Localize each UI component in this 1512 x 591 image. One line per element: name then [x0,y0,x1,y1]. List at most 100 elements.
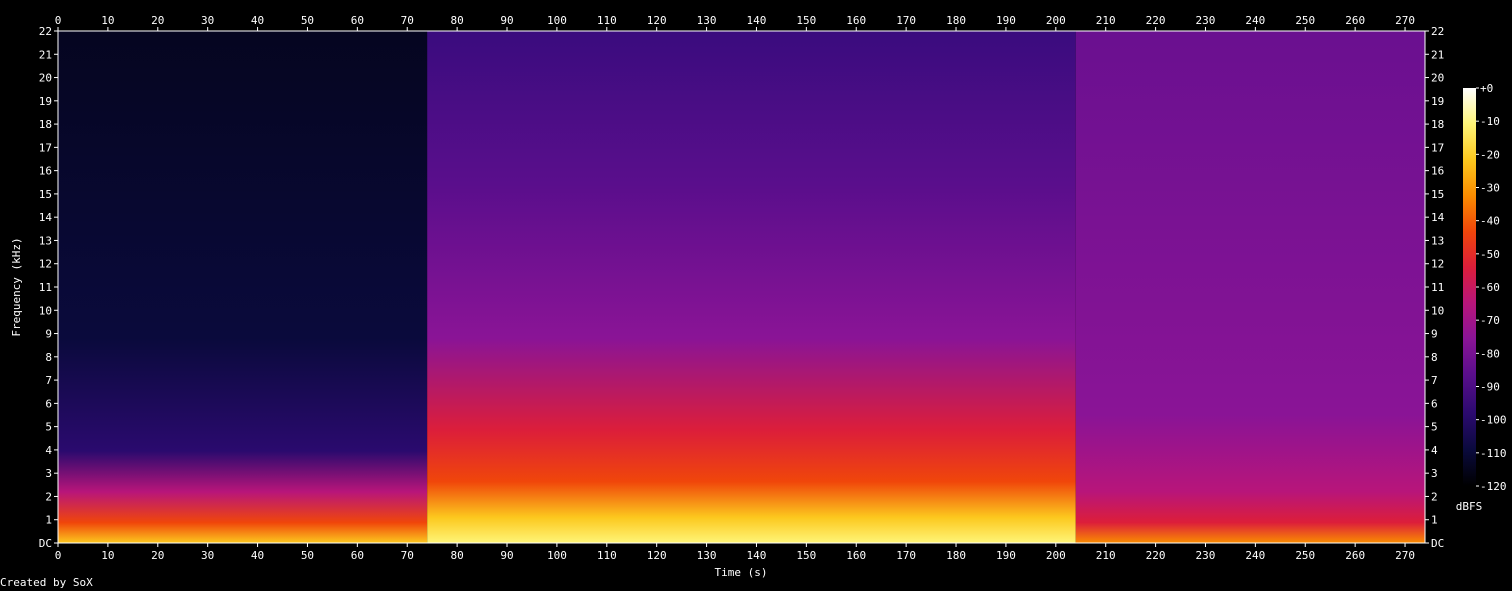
colorbar-tick-label: -10 [1480,115,1500,128]
y-tick-label-right: 13 [1431,234,1444,247]
y-tick-label-right: 16 [1431,165,1444,178]
colorbar: +0 -10 -20 -30 -40 -50 -60 -70 -80 -90 -100 -110 -12… [1456,82,1507,513]
colorbar-tick-label: -80 [1480,347,1500,360]
y-tick-label-right: 9 [1431,328,1438,341]
x-tick-label-top: 90 [500,14,513,27]
y-tick-label-right: 3 [1431,467,1438,480]
x-tick-label-top: 80 [450,14,463,27]
y-tick-label-left: DC [39,537,52,550]
x-tick-label-bottom: 80 [450,549,463,562]
y-tick-label-left: 3 [45,467,52,480]
y-tick-label-left: 1 [45,514,52,527]
x-tick-label-bottom: 30 [201,549,214,562]
x-tick-label-bottom: 180 [946,549,966,562]
x-tick-label-bottom: 60 [351,549,364,562]
x-tick-label-bottom: 200 [1046,549,1066,562]
x-tick-label-bottom: 250 [1295,549,1315,562]
x-ticks-top: 0 10 20 30 40 50 60 70 80 90 100 110 120 130 140 150 160… [55,14,1415,31]
y-ticks-left: DC12345678910111213141516171819202122 [39,25,58,550]
y-tick-label-left: 14 [39,211,53,224]
x-ticks-bottom: 0 10 20 30 40 50 60 70 80 90 100 110 120 130 140 150 160… [55,543,1415,562]
x-tick-label-top: 60 [351,14,364,27]
y-tick-label-left: 19 [39,95,52,108]
colorbar-tick-label: -60 [1480,281,1500,294]
y-tick-label-right: 18 [1431,118,1444,131]
x-tick-label-bottom: 70 [401,549,414,562]
y-tick-label-left: 7 [45,374,52,387]
y-tick-label-left: 18 [39,118,52,131]
colorbar-tick-label: -40 [1480,215,1500,228]
y-ticks-right: DC12345678910111213141516171819202122 [1425,25,1445,550]
colorbar-tick-label: -70 [1480,314,1500,327]
x-tick-label-top: 230 [1196,14,1216,27]
footer-credit: Created by SoX [0,576,93,589]
x-tick-label-top: 260 [1345,14,1365,27]
y-tick-label-right: 14 [1431,211,1445,224]
x-tick-label-bottom: 190 [996,549,1016,562]
spectrogram-chart: 0 10 20 30 40 50 60 70 80 90 100 110 120 130 140 150 160… [10,14,1507,579]
colorbar-gradient [1463,88,1476,486]
x-tick-label-top: 70 [401,14,414,27]
x-axis-label: Time (s) [715,566,768,579]
y-tick-label-left: 5 [45,421,52,434]
spectrogram-segment [427,31,1076,543]
x-tick-label-top: 50 [301,14,314,27]
colorbar-tick-label: -20 [1480,148,1500,161]
y-tick-label-left: 6 [45,397,52,410]
y-tick-label-left: 4 [45,444,52,457]
y-tick-label-right: 12 [1431,258,1444,271]
plot-area [57,30,1426,544]
y-tick-label-right: 19 [1431,95,1444,108]
x-tick-label-top: 10 [101,14,114,27]
x-tick-label-bottom: 20 [151,549,164,562]
y-tick-label-left: 21 [39,48,52,61]
x-tick-label-top: 180 [946,14,966,27]
x-tick-label-top: 110 [597,14,617,27]
spectrogram-segment [1075,31,1425,543]
y-tick-label-right: 2 [1431,490,1438,503]
x-tick-label-bottom: 10 [101,549,114,562]
x-tick-label-top: 220 [1146,14,1166,27]
y-tick-label-left: 22 [39,25,52,38]
x-tick-label-top: 20 [151,14,164,27]
y-tick-label-left: 8 [45,351,52,364]
x-tick-label-top: 130 [697,14,717,27]
colorbar-tick-label: -50 [1480,248,1500,261]
y-tick-label-right: DC [1431,537,1444,550]
x-tick-label-top: 160 [846,14,866,27]
x-tick-label-top: 170 [896,14,916,27]
x-tick-label-bottom: 270 [1395,549,1415,562]
x-tick-label-top: 250 [1295,14,1315,27]
y-tick-label-left: 13 [39,234,52,247]
x-tick-label-top: 30 [201,14,214,27]
x-tick-label-bottom: 90 [500,549,513,562]
colorbar-label: dBFS [1456,500,1483,513]
x-tick-label-bottom: 140 [747,549,767,562]
x-tick-label-bottom: 50 [301,549,314,562]
x-tick-label-bottom: 220 [1146,549,1166,562]
colorbar-tick-label: -30 [1480,182,1500,195]
x-tick-label-top: 0 [55,14,62,27]
y-tick-label-left: 12 [39,258,52,271]
x-tick-label-bottom: 160 [846,549,866,562]
x-tick-label-top: 240 [1245,14,1265,27]
x-tick-label-top: 210 [1096,14,1116,27]
y-tick-label-right: 11 [1431,281,1444,294]
x-tick-label-bottom: 240 [1245,549,1265,562]
x-tick-label-top: 120 [647,14,667,27]
y-tick-label-right: 1 [1431,514,1438,527]
y-tick-label-left: 17 [39,141,52,154]
x-tick-label-bottom: 130 [697,549,717,562]
x-tick-label-top: 140 [747,14,767,27]
y-tick-label-right: 20 [1431,72,1444,85]
spectrogram-segment [58,31,428,543]
x-tick-label-bottom: 40 [251,549,264,562]
colorbar-tick-label: -120 [1480,480,1507,493]
y-tick-label-left: 20 [39,72,52,85]
x-tick-label-top: 100 [547,14,567,27]
y-tick-label-right: 17 [1431,141,1444,154]
x-tick-label-top: 200 [1046,14,1066,27]
x-tick-label-bottom: 110 [597,549,617,562]
y-tick-label-left: 9 [45,328,52,341]
colorbar-ticks: +0 -10 -20 -30 -40 -50 -60 -70 -80 -90 -100 -110 -12… [1476,82,1507,493]
